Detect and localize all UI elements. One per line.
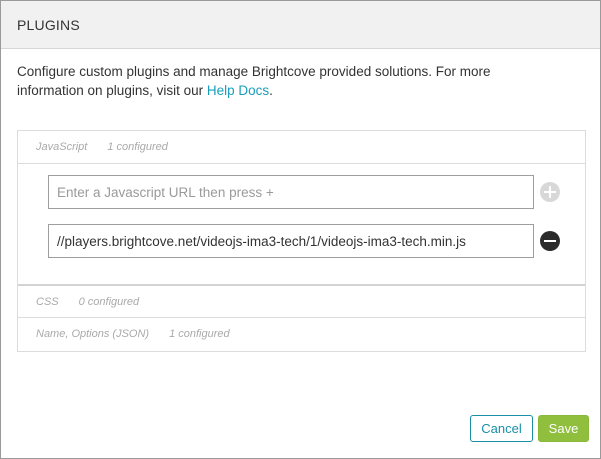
name-options-section-label: Name, Options (JSON) xyxy=(36,328,150,340)
plus-circle-icon[interactable] xyxy=(540,182,560,202)
plugins-table: JavaScript 1 configured CSS 0 configured… xyxy=(17,130,586,352)
dialog-header: PLUGINS xyxy=(1,1,600,49)
cancel-button[interactable]: Cancel xyxy=(470,415,533,442)
css-section-label: CSS xyxy=(36,295,59,308)
css-section-header[interactable]: CSS 0 configured xyxy=(18,286,585,318)
javascript-section-label: JavaScript xyxy=(36,141,88,153)
save-button[interactable]: Save xyxy=(538,415,589,442)
plugins-dialog: PLUGINS Configure custom plugins and man… xyxy=(0,0,601,459)
css-section-count: 0 configured xyxy=(78,295,140,308)
dialog-description: Configure custom plugins and manage Brig… xyxy=(17,63,557,100)
name-options-section-count: 1 configured xyxy=(169,328,230,340)
description-end: . xyxy=(269,82,273,98)
javascript-url-existing[interactable] xyxy=(48,224,534,258)
minus-circle-icon[interactable] xyxy=(540,231,560,251)
help-docs-link[interactable]: Help Docs xyxy=(207,83,269,98)
minus-bar xyxy=(544,240,556,242)
dialog-title: PLUGINS xyxy=(17,17,80,33)
javascript-section-header[interactable]: JavaScript 1 configured xyxy=(18,131,585,164)
javascript-section-count: 1 configured xyxy=(107,141,168,153)
name-options-section-header[interactable]: Name, Options (JSON) 1 configured xyxy=(18,318,585,350)
javascript-section-body xyxy=(18,164,585,286)
javascript-url-input[interactable] xyxy=(48,175,534,209)
plus-vertical-bar xyxy=(549,186,551,198)
